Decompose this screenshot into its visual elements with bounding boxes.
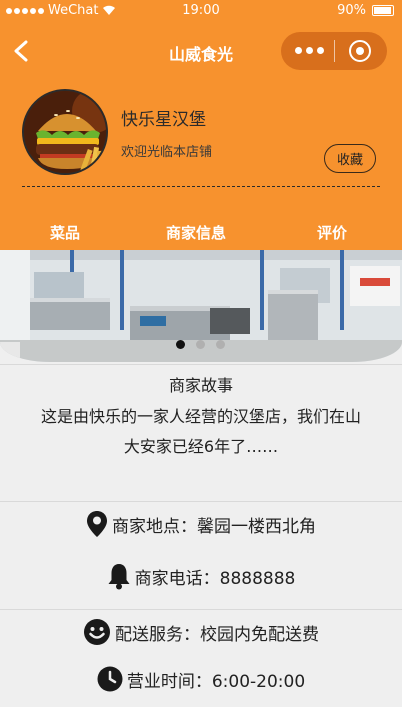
story-line-1: 这是由快乐的一家人经营的汉堡店，我们在山	[40, 407, 361, 426]
phone-row: 商家电话：8888888	[0, 562, 402, 590]
battery-percent: 90%	[337, 3, 366, 18]
carousel-dot-2[interactable]	[196, 340, 205, 349]
status-bar: WeChat 19:00 90%	[0, 0, 402, 22]
hours-text: 营业时间：6:00-20:00	[126, 671, 306, 692]
dashed-divider	[22, 186, 380, 187]
hours-row: 营业时间：6:00-20:00	[0, 664, 402, 694]
phone-text[interactable]: 商家电话：8888888	[135, 564, 296, 589]
battery-status: 90%	[337, 3, 394, 18]
shop-avatar	[22, 89, 108, 175]
banner-carousel[interactable]	[0, 250, 402, 362]
more-menu-icon[interactable]	[295, 47, 324, 54]
tab-bar: 菜品 商家信息 评价	[0, 213, 402, 250]
favorite-button[interactable]: 收藏	[324, 144, 376, 173]
shop-page: WeChat 19:00 90% 山威食光 快乐星汉堡 欢迎光临本店铺 收藏 菜…	[0, 0, 402, 707]
section-divider	[0, 501, 402, 502]
shop-header: 快乐星汉堡 欢迎光临本店铺 收藏	[0, 80, 402, 213]
story-text: 这是由快乐的一家人经营的汉堡店，我们在山 大安家已经6年了……	[0, 402, 402, 462]
tab-dishes[interactable]: 菜品	[50, 222, 80, 243]
address-row: 商家地点：馨园一楼西北角	[0, 510, 402, 538]
location-pin-icon	[87, 511, 107, 537]
close-miniprogram-icon[interactable]	[349, 40, 371, 62]
address-text: 商家地点：馨园一楼西北角	[112, 516, 316, 537]
capsule-divider	[334, 40, 335, 62]
miniprogram-capsule	[281, 32, 387, 70]
section-divider	[0, 364, 402, 365]
battery-icon	[372, 5, 394, 16]
carousel-dot-1[interactable]	[176, 340, 185, 349]
carousel-dot-3[interactable]	[216, 340, 225, 349]
shop-welcome-text: 欢迎光临本店铺	[121, 145, 213, 160]
clock-icon	[97, 666, 123, 692]
shop-name: 快乐星汉堡	[121, 110, 206, 130]
bell-icon	[108, 564, 130, 590]
tab-reviews[interactable]: 评价	[317, 222, 347, 243]
story-line-2: 大安家已经6年了……	[123, 437, 279, 456]
tab-merchant-info[interactable]: 商家信息	[166, 222, 226, 243]
burger-image	[24, 91, 106, 173]
delivery-text: 配送服务：校园内免配送费	[115, 624, 319, 645]
navigation-bar: 山威食光	[0, 22, 402, 80]
story-title: 商家故事	[168, 376, 233, 395]
smiley-icon	[84, 619, 110, 645]
delivery-row: 配送服务：校园内免配送费	[0, 617, 402, 647]
section-divider	[0, 609, 402, 610]
